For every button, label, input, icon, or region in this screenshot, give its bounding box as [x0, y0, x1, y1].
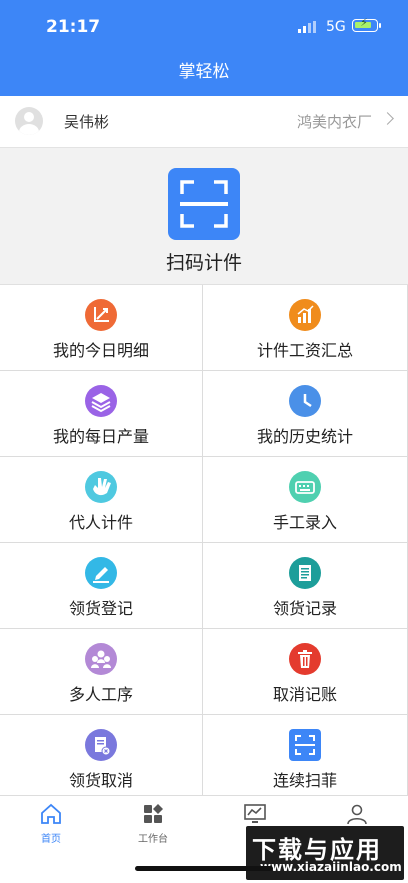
cancel-doc-icon	[85, 729, 117, 761]
scan-icon	[289, 729, 321, 761]
scan-label: 扫码计件	[165, 252, 242, 274]
trash-icon	[289, 643, 321, 675]
grid-item-proxy-count[interactable]: 代人计件	[0, 457, 203, 543]
grid-item-pickup-cancel[interactable]: 领货取消	[0, 715, 203, 801]
scan-qr-icon[interactable]	[168, 168, 240, 240]
tab-label: 工作台	[138, 834, 168, 845]
grid-item-wage-summary[interactable]: 计件工资汇总	[203, 285, 408, 371]
chart-axes-icon	[85, 299, 117, 331]
grid-item-multi-process[interactable]: 多人工序	[0, 629, 203, 715]
tab-workbench[interactable]: 工作台	[102, 802, 204, 846]
chevron-right-icon	[381, 112, 394, 125]
layers-icon	[85, 385, 117, 417]
signal-icon	[298, 21, 316, 33]
pen-icon	[85, 557, 117, 589]
company-name: 鸿美内衣厂	[296, 113, 372, 131]
grid-item-pickup-register[interactable]: 领货登记	[0, 543, 203, 629]
grid-item-label: 取消记账	[272, 685, 337, 704]
status-time: 21:17	[46, 17, 101, 37]
watermark-url: www.xiazaiinlao.com	[260, 860, 402, 874]
grid-item-history-stats[interactable]: 我的历史统计	[203, 371, 408, 457]
tab-home[interactable]: 首页	[0, 802, 102, 846]
grid-item-label: 连续扫菲	[272, 771, 337, 790]
scan-section[interactable]: 扫码计件	[0, 148, 408, 284]
grid-item-label: 计件工资汇总	[256, 341, 353, 360]
grid-item-pickup-records[interactable]: 领货记录	[203, 543, 408, 629]
function-grid: 我的今日明细 计件工资汇总 我的每日产量 我的历史统计 代人计件 手工录入 领货…	[0, 284, 408, 801]
bar-chart-icon	[289, 299, 321, 331]
avatar	[15, 107, 43, 135]
monitor-chart-icon	[244, 804, 266, 823]
apps-icon	[144, 804, 163, 823]
grid-item-label: 我的今日明细	[52, 341, 149, 360]
grid-item-continuous-scan[interactable]: 连续扫菲	[203, 715, 408, 801]
status-bar: 21:17 5G ⚡	[0, 0, 408, 52]
watermark: 下载与应用 www.xiazaiinlao.com	[246, 826, 404, 880]
tab-label: 首页	[41, 834, 61, 845]
battery-icon: ⚡	[352, 16, 378, 32]
grid-item-manual-entry[interactable]: 手工录入	[203, 457, 408, 543]
home-icon	[41, 803, 61, 824]
grid-item-label: 领货记录	[272, 599, 337, 618]
clock-icon	[289, 385, 321, 417]
group-icon	[85, 643, 117, 675]
grid-item-cancel-accounting[interactable]: 取消记账	[203, 629, 408, 715]
battery-cap	[379, 23, 381, 28]
grid-item-label: 我的历史统计	[256, 427, 353, 446]
grid-item-today-detail[interactable]: 我的今日明细	[0, 285, 203, 371]
grid-item-label: 领货登记	[68, 599, 133, 618]
person-icon	[347, 804, 367, 825]
user-name: 吴伟彬	[64, 113, 110, 131]
keyboard-icon	[289, 471, 321, 503]
grid-item-label: 我的每日产量	[52, 427, 149, 446]
grid-item-label: 手工录入	[272, 513, 337, 532]
hand-icon	[85, 471, 117, 503]
user-bar[interactable]: 吴伟彬 鸿美内衣厂	[0, 96, 408, 148]
nav-bar: 掌轻松	[0, 52, 408, 96]
page-title: 掌轻松	[178, 62, 230, 82]
grid-item-label: 多人工序	[68, 685, 133, 704]
grid-item-label: 领货取消	[68, 771, 133, 790]
grid-item-label: 代人计件	[68, 513, 133, 532]
home-indicator	[135, 866, 273, 871]
grid-item-daily-output[interactable]: 我的每日产量	[0, 371, 203, 457]
document-icon	[289, 557, 321, 589]
network-type: 5G	[326, 19, 346, 35]
